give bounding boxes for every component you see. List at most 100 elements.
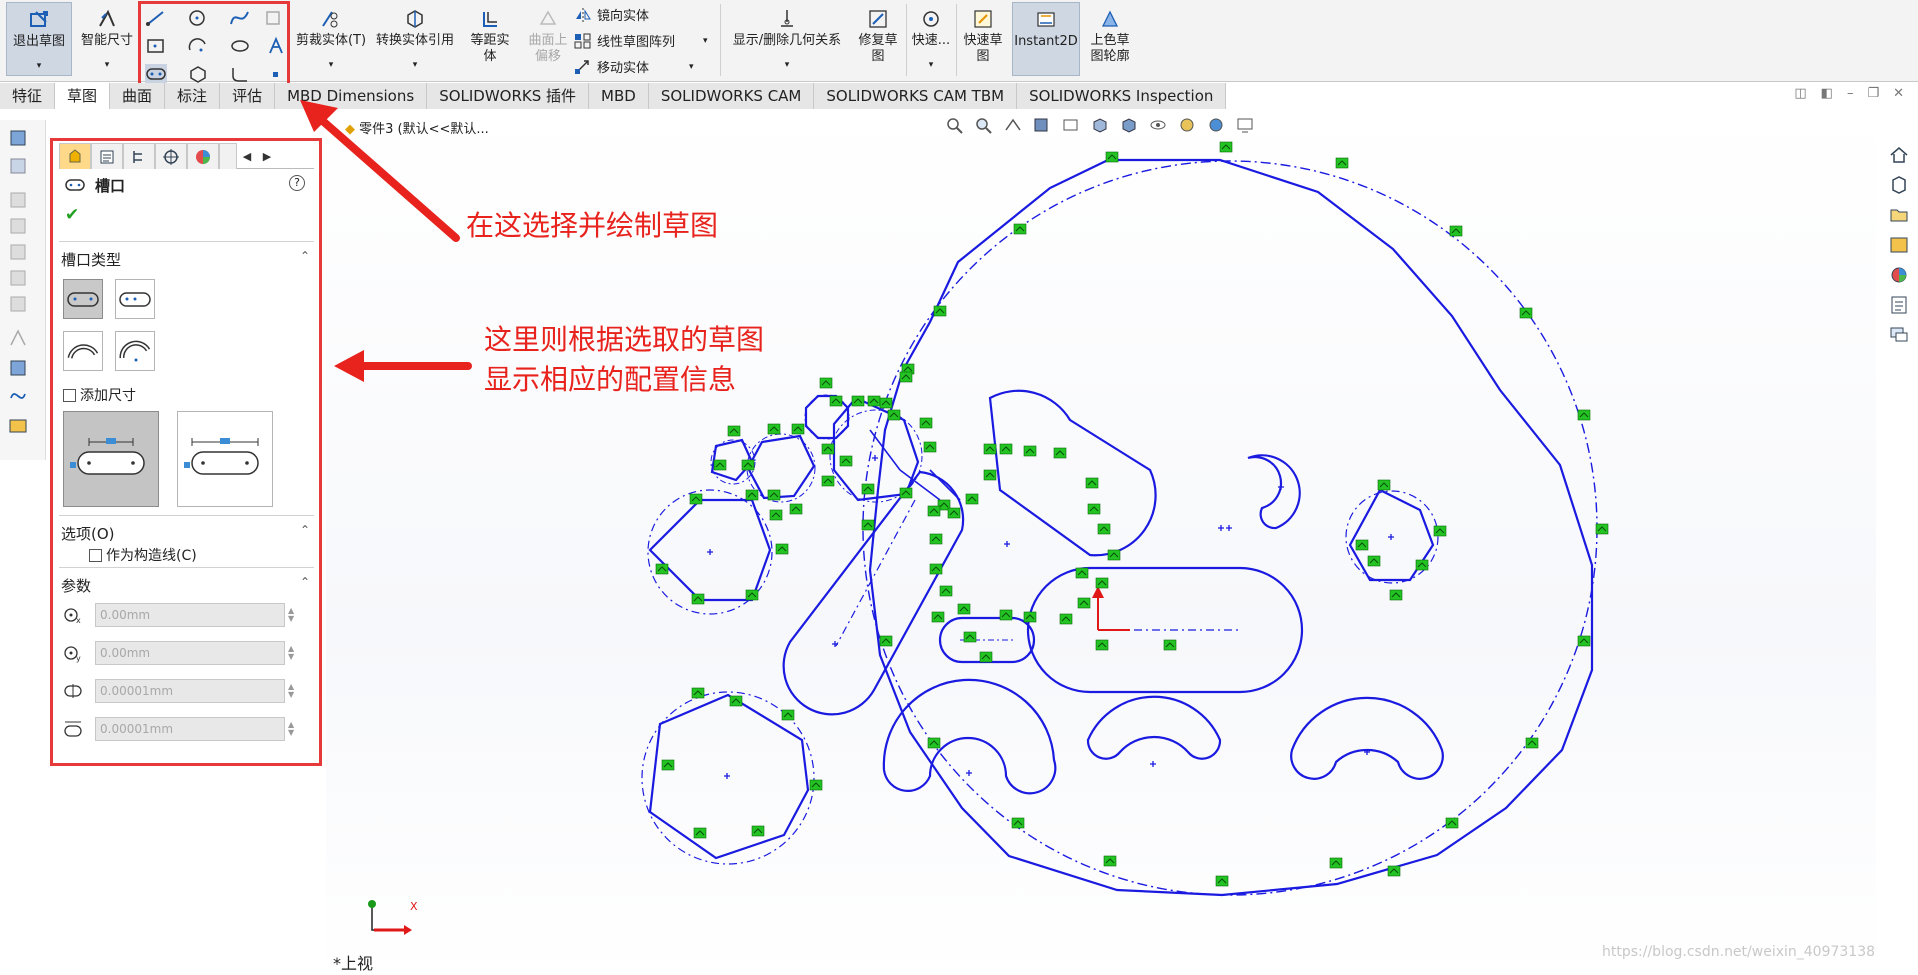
- minimize-icon[interactable]: –: [1847, 86, 1854, 101]
- chevron-down-icon[interactable]: ▾: [929, 57, 934, 73]
- sketch-tool-icon[interactable]: [8, 386, 28, 406]
- tab-solidworks-cam[interactable]: SOLIDWORKS CAM: [648, 83, 815, 109]
- view-settings-icon[interactable]: [1235, 116, 1255, 134]
- parameters-section-header[interactable]: 参数 ⌃: [61, 575, 316, 596]
- construction-checkbox[interactable]: 作为构造线(C): [89, 545, 197, 565]
- chevron-down-icon[interactable]: ▾: [329, 57, 334, 73]
- tab-solidworks-cam-tbm[interactable]: SOLIDWORKS CAM TBM: [814, 83, 1018, 109]
- sketch-tool-icon[interactable]: [8, 216, 28, 236]
- spinner-icon[interactable]: ▲ ▼: [288, 607, 294, 623]
- center-x-input[interactable]: [95, 603, 285, 627]
- ok-button[interactable]: ✔: [65, 205, 79, 225]
- slot-type-section-header[interactable]: 槽口类型 ⌃: [61, 249, 316, 270]
- quick-snaps-button[interactable]: 快速... ▾: [908, 2, 954, 76]
- tab-scroll-left-icon[interactable]: ◀: [237, 143, 257, 169]
- tab-cam[interactable]: [219, 143, 237, 169]
- centerpoint-straight-slot-option[interactable]: [115, 279, 155, 319]
- zoom-to-area-icon[interactable]: [974, 116, 994, 134]
- chevron-down-icon[interactable]: ▾: [105, 57, 110, 73]
- 3-point-arc-slot-option[interactable]: [63, 331, 103, 371]
- smart-dimension-button[interactable]: 智能尺寸 ▾: [74, 2, 140, 76]
- shaded-contours-button[interactable]: 上色草 图轮廓: [1082, 2, 1138, 76]
- ellipse-icon[interactable]: [229, 36, 251, 56]
- sketch-tool-icon[interactable]: [8, 128, 28, 148]
- previous-view-icon[interactable]: [1003, 116, 1023, 134]
- sketch-chamfer-icon[interactable]: [229, 64, 251, 84]
- tab-feature-manager[interactable]: [91, 143, 123, 169]
- file-explorer-icon[interactable]: [1888, 204, 1910, 226]
- help-icon[interactable]: ?: [289, 175, 305, 191]
- rapid-sketch-button[interactable]: 快速草 图: [958, 2, 1008, 76]
- chevron-down-icon[interactable]: ▾: [785, 57, 790, 73]
- spinner-icon[interactable]: ▲ ▼: [288, 645, 294, 661]
- custom-properties-icon[interactable]: [1888, 294, 1910, 316]
- offset-entities-button[interactable]: 等距实 体: [462, 2, 518, 76]
- edit-appearance-icon[interactable]: [1177, 116, 1197, 134]
- tab-sketch[interactable]: 草图: [55, 83, 111, 109]
- zoom-to-fit-icon[interactable]: [945, 116, 965, 134]
- linear-pattern-button[interactable]: 线性草图阵列 ▾: [574, 31, 708, 50]
- tile-right-icon[interactable]: ◧: [1821, 86, 1833, 101]
- tab-scroll-right-icon[interactable]: ▶: [257, 143, 277, 169]
- add-dimensions-checkbox[interactable]: 添加尺寸: [63, 385, 136, 405]
- chevron-down-icon[interactable]: ▾: [703, 36, 708, 46]
- sketch-tool-icon[interactable]: [8, 242, 28, 262]
- sketch-tool-icon[interactable]: [8, 268, 28, 288]
- view-orientation-icon[interactable]: [1090, 116, 1110, 134]
- display-relations-button[interactable]: 显示/删除几何关系 ▾: [724, 2, 850, 76]
- spinner-icon[interactable]: ▲ ▼: [288, 683, 294, 699]
- exit-sketch-button[interactable]: 退出草图 ▾: [6, 2, 72, 76]
- slot-length-input[interactable]: [95, 717, 285, 741]
- straight-slot-option[interactable]: [63, 279, 103, 319]
- slot-width-input[interactable]: [95, 679, 285, 703]
- apply-scene-icon[interactable]: [1206, 116, 1226, 134]
- line-icon[interactable]: [145, 8, 167, 28]
- chevron-down-icon[interactable]: ▾: [689, 62, 694, 72]
- forum-icon[interactable]: [1888, 324, 1910, 346]
- dynamic-annotation-icon[interactable]: [1061, 116, 1081, 134]
- slot-icon[interactable]: [145, 64, 167, 84]
- convert-entities-button[interactable]: 转换实体引用 ▾: [372, 2, 458, 76]
- hide-show-items-icon[interactable]: [1148, 116, 1168, 134]
- tab-evaluate[interactable]: 评估: [220, 83, 276, 109]
- tab-markup[interactable]: 标注: [165, 83, 221, 109]
- trim-entities-button[interactable]: 剪裁实体(T) ▾: [294, 2, 368, 76]
- arc-icon[interactable]: [187, 36, 209, 56]
- tab-display-manager[interactable]: [187, 143, 219, 169]
- centerpoint-arc-slot-option[interactable]: [115, 331, 155, 371]
- chevron-up-icon[interactable]: ⌃: [300, 249, 310, 270]
- sketch-tool-icon[interactable]: [8, 328, 28, 348]
- text-icon[interactable]: [265, 36, 287, 56]
- sketch-fillet-icon[interactable]: [263, 8, 285, 28]
- circle-icon[interactable]: [187, 8, 209, 28]
- spinner-icon[interactable]: ▲ ▼: [288, 721, 294, 737]
- tab-solidworks-inspection[interactable]: SOLIDWORKS Inspection: [1017, 83, 1227, 109]
- point-icon[interactable]: [265, 64, 287, 84]
- overall-length-option[interactable]: [177, 411, 273, 507]
- sketch-tool-icon[interactable]: [8, 190, 28, 210]
- options-section-header[interactable]: 选项(O) ⌃: [61, 523, 316, 544]
- mirror-entities-button[interactable]: 镜向实体: [574, 5, 649, 24]
- polygon-icon[interactable]: [187, 64, 209, 84]
- center-y-input[interactable]: [95, 641, 285, 665]
- tab-dimxpert-manager[interactable]: [155, 143, 187, 169]
- chevron-up-icon[interactable]: ⌃: [300, 523, 310, 544]
- chevron-down-icon[interactable]: ▾: [37, 58, 42, 74]
- move-entities-button[interactable]: 移动实体 ▾: [574, 57, 694, 76]
- sketch-tool-icon[interactable]: [8, 294, 28, 314]
- section-view-icon[interactable]: [1032, 116, 1052, 134]
- chevron-down-icon[interactable]: ▾: [413, 57, 418, 73]
- home-icon[interactable]: [1888, 144, 1910, 166]
- view-palette-icon[interactable]: [1888, 234, 1910, 256]
- spline-icon[interactable]: [229, 8, 251, 28]
- tab-features[interactable]: 特征: [0, 83, 56, 109]
- restore-icon[interactable]: ❐: [1867, 86, 1879, 101]
- instant2d-button[interactable]: Instant2D: [1012, 2, 1080, 76]
- feature-tree-flyout[interactable]: ◆ 零件3 (默认<<默认...: [345, 118, 489, 137]
- repair-sketch-button[interactable]: 修复草 图: [852, 2, 904, 76]
- tile-left-icon[interactable]: ◫: [1794, 86, 1806, 101]
- design-library-icon[interactable]: [1888, 174, 1910, 196]
- display-style-icon[interactable]: [1119, 116, 1139, 134]
- appearances-icon[interactable]: [1888, 264, 1910, 286]
- tab-property-manager[interactable]: [59, 143, 91, 169]
